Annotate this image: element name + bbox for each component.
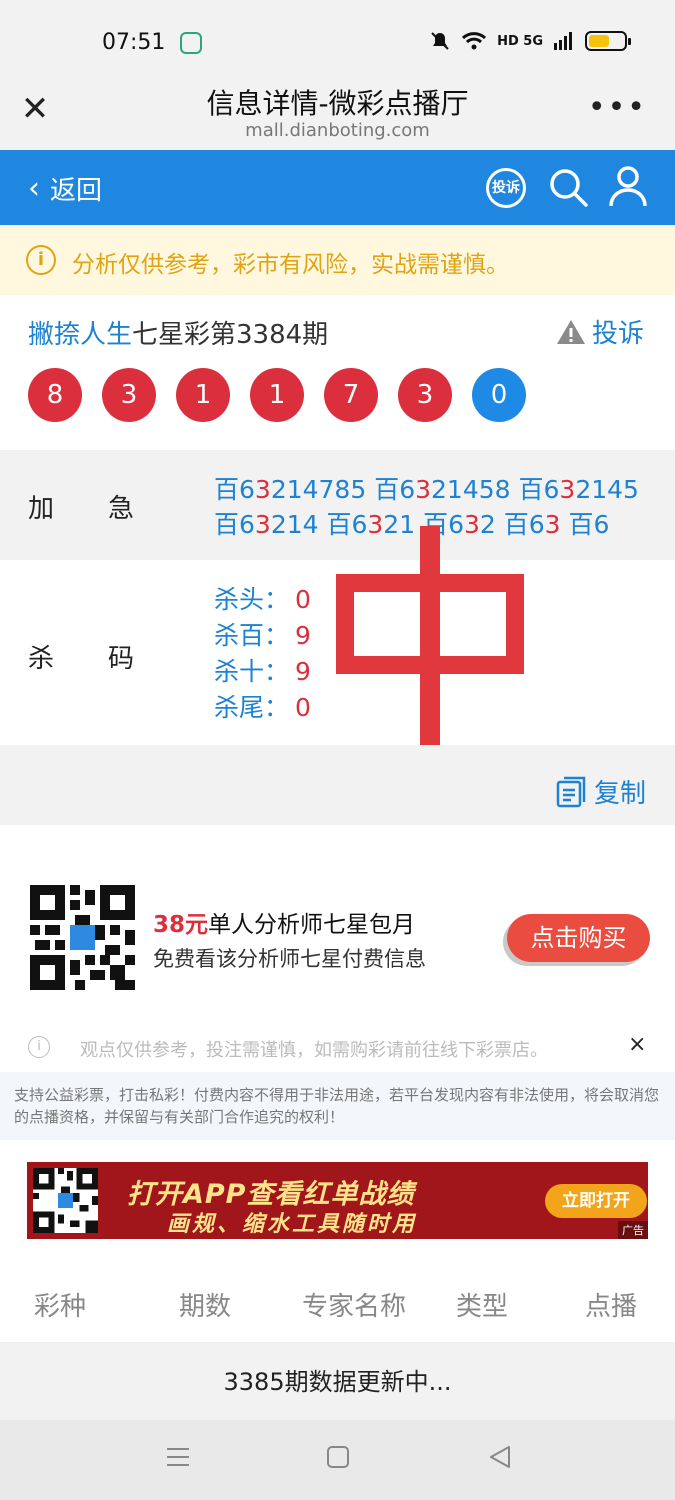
- warning-icon: [557, 319, 585, 344]
- number-ball: 7: [324, 368, 378, 422]
- column-header: 期数: [179, 1292, 232, 1322]
- back-label: 返回: [50, 176, 103, 206]
- info-icon: i: [26, 245, 56, 275]
- column-header: 彩种: [34, 1292, 87, 1322]
- home-icon[interactable]: [323, 1442, 353, 1472]
- number-ball: 1: [250, 368, 304, 422]
- app-notification-icon: [180, 32, 202, 54]
- info-icon: i: [28, 1036, 50, 1058]
- draw-numbers: 8 3 1 1 7 3 0: [28, 368, 526, 422]
- risk-notice-text: 分析仅供参考，彩市有风险，实战需谨慎。: [72, 252, 509, 278]
- copy-button[interactable]: 复制: [556, 773, 646, 810]
- ad-tag: 广告: [618, 1221, 648, 1239]
- kill-item: 杀尾： 0: [214, 693, 311, 722]
- copy-row: 复制: [0, 745, 675, 825]
- jiaji-item: 百63214: [214, 510, 319, 539]
- post-headline: 撇捺人生七星彩第3384期: [28, 314, 328, 351]
- chevron-left-icon: ‹: [28, 170, 40, 206]
- jiaji-item: 百63214785: [214, 475, 367, 504]
- column-header: 类型: [456, 1292, 509, 1322]
- column-header: 专家名称: [302, 1292, 407, 1322]
- copy-label: 复制: [594, 779, 647, 809]
- top-nav: ‹ 返回 投诉: [0, 150, 675, 225]
- user-icon[interactable]: [608, 164, 648, 208]
- system-navigation-bar: [0, 1420, 675, 1500]
- close-disclaimer-button[interactable]: ×: [628, 1032, 646, 1057]
- promo-subtitle: 免费看该分析师七星付费信息: [153, 947, 426, 971]
- kill-item: 杀头： 0: [214, 585, 311, 614]
- jiaji-item: 百6: [568, 510, 610, 539]
- number-ball: 3: [398, 368, 452, 422]
- author-link[interactable]: 撇捺人生: [28, 320, 132, 350]
- complain-label: 投诉: [592, 319, 645, 349]
- hit-stamp: 中: [336, 526, 524, 750]
- disclaimer-text: 观点仅供参考，投注需谨慎，如需购彩请前往线下彩票店。: [80, 1040, 548, 1061]
- number-ball: 8: [28, 368, 82, 422]
- post-title: 七星彩第3384期: [132, 320, 329, 350]
- buy-button[interactable]: 点击购买: [507, 914, 650, 962]
- open-app-button[interactable]: 立即打开: [545, 1184, 647, 1218]
- signal-icon: [554, 32, 572, 50]
- banner-subline: 画规、缩水工具随时用: [167, 1212, 418, 1237]
- mute-icon: [431, 32, 449, 50]
- back-triangle-icon[interactable]: [485, 1442, 515, 1472]
- qr-code-icon: [33, 1168, 98, 1233]
- column-header: 点播: [585, 1292, 638, 1322]
- status-icons: HD 5G: [429, 30, 631, 52]
- opinion-disclaimer: i 观点仅供参考，投注需谨慎，如需购彩请前往线下彩票店。 ×: [0, 1020, 675, 1072]
- browser-title-bar: ✕ 信息详情-微彩点播厅 mall.dianboting.com •••: [0, 80, 675, 150]
- jiaji-label: 加急: [28, 494, 135, 524]
- menu-icon[interactable]: [163, 1442, 193, 1472]
- page-url: mall.dianboting.com: [245, 120, 430, 141]
- back-button[interactable]: ‹ 返回: [28, 170, 102, 207]
- number-ball: 1: [176, 368, 230, 422]
- shama-label: 杀码: [28, 644, 135, 674]
- kill-list: 杀头： 0 杀百： 9 杀十： 9 杀尾： 0: [214, 582, 311, 726]
- table-status-message: 3385期数据更新中...: [0, 1342, 675, 1422]
- complain-button[interactable]: 投诉: [556, 313, 644, 350]
- qr-code-icon: [30, 885, 135, 990]
- jiaji-item: 百6321458: [374, 475, 511, 504]
- status-bar: 07:51 HD 5G: [0, 0, 675, 80]
- table-header: 彩种 期数 专家名称 类型 点播: [0, 1262, 675, 1342]
- promo-title: 38元单人分析师七星包月: [153, 912, 416, 938]
- more-icon[interactable]: •••: [588, 90, 647, 125]
- search-icon[interactable]: [547, 166, 589, 208]
- app-download-banner[interactable]: 打开APP查看红单战绩 画规、缩水工具随时用 立即打开 广告: [27, 1162, 648, 1239]
- page-title: 信息详情-微彩点播厅: [206, 87, 469, 120]
- jiaji-item: 百632145: [518, 475, 639, 504]
- subscription-promo: 38元单人分析师七星包月 免费看该分析师七星付费信息 点击购买: [0, 850, 675, 1000]
- special-number-ball: 0: [472, 368, 526, 422]
- status-time: 07:51: [102, 30, 166, 55]
- kill-item: 杀十： 9: [214, 657, 311, 686]
- complain-icon-button[interactable]: 投诉: [486, 168, 526, 208]
- number-ball: 3: [102, 368, 156, 422]
- risk-notice: i 分析仅供参考，彩市有风险，实战需谨慎。: [0, 225, 675, 295]
- legal-notice: 支持公益彩票，打击私彩！付费内容不得用于非法用途，若平台发现内容有非法使用，将会…: [0, 1072, 675, 1140]
- kill-item: 杀百： 9: [214, 621, 311, 650]
- battery-icon: [585, 31, 631, 51]
- network-label: HD 5G: [497, 33, 543, 49]
- wifi-icon: [462, 32, 487, 50]
- copy-icon: [556, 776, 586, 807]
